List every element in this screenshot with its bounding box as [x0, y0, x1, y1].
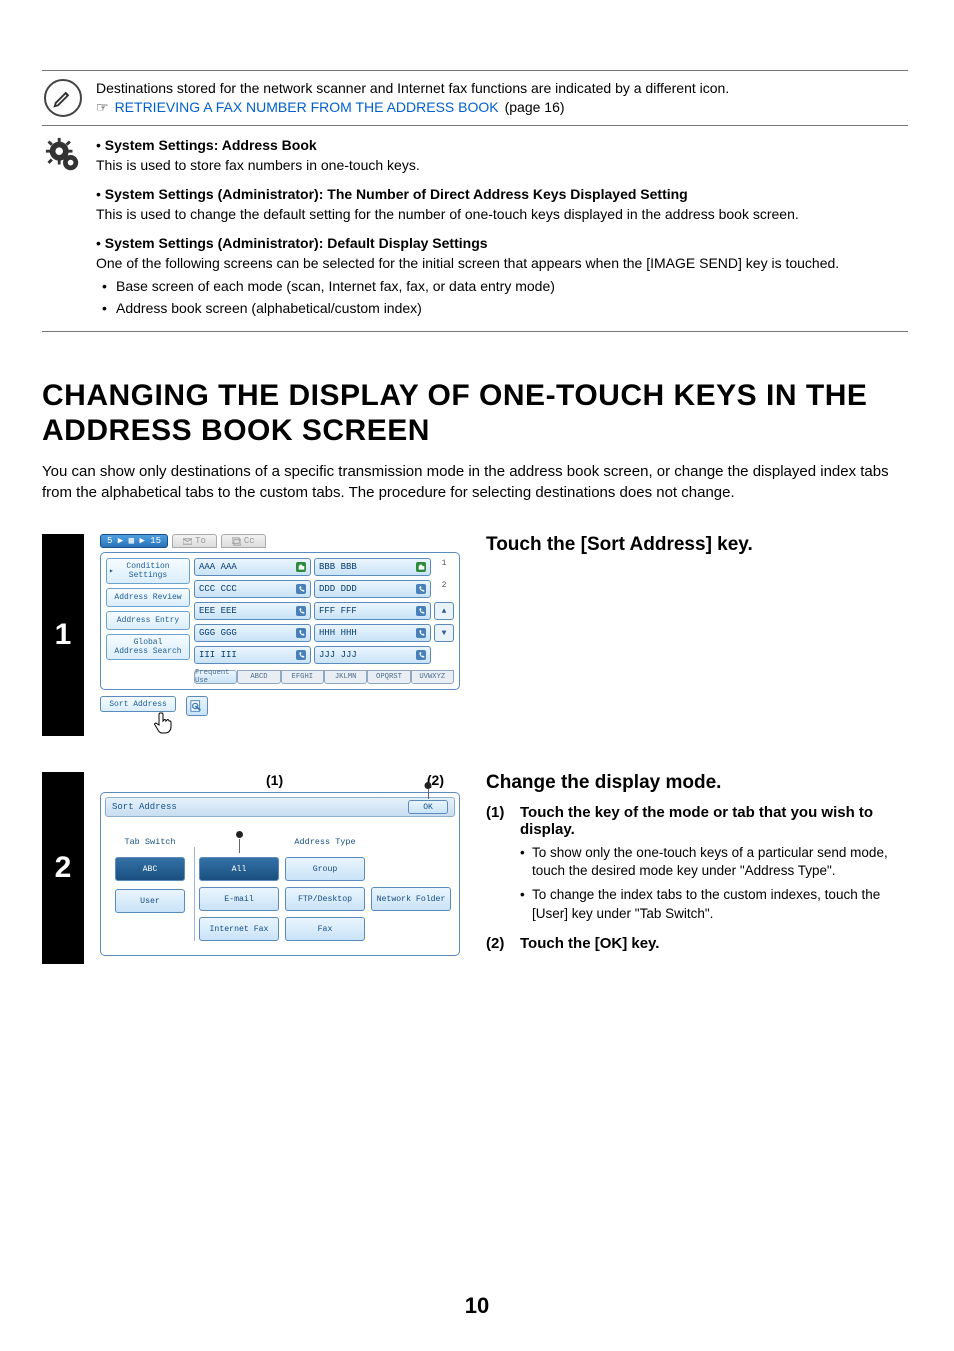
- setting-item-address-book: • System Settings: Address Book This is …: [96, 136, 839, 175]
- step-number-1: 1: [42, 534, 84, 736]
- section-intro: You can show only destinations of a spec…: [42, 461, 908, 505]
- phone-icon: [416, 650, 426, 660]
- page-2-indicator: 2: [434, 580, 454, 590]
- phone-icon: [296, 584, 306, 594]
- address-entry-button[interactable]: Address Entry: [106, 611, 190, 630]
- address-book-screenshot: 5 ▶ ▦ ▶ 15 To Cc Condition Settings Addr…: [100, 534, 460, 736]
- tab-efghi[interactable]: EFGHI: [281, 670, 324, 684]
- internet-fax-button[interactable]: Internet Fax: [199, 917, 279, 941]
- step1-instruction: Touch the [Sort Address] key.: [486, 534, 908, 556]
- address-type-label: Address Type: [294, 837, 355, 849]
- pencil-icon: [44, 79, 82, 117]
- sort-address-screenshot: (1) (2) Sort Address OK Tab Switch ABC: [100, 772, 460, 956]
- dest-jjj[interactable]: JJJ JJJ: [314, 646, 431, 664]
- setting-item-default-display: • System Settings (Administrator): Defau…: [96, 234, 839, 318]
- dest-eee[interactable]: EEE EEE: [194, 602, 311, 620]
- abc-button[interactable]: ABC: [115, 857, 185, 881]
- cc-tab[interactable]: Cc: [221, 534, 266, 548]
- dest-aaa[interactable]: AAA AAA: [194, 558, 311, 576]
- phone-icon: [416, 628, 426, 638]
- ok-button[interactable]: OK: [408, 800, 448, 814]
- substep-2: Touch the [OK] key.: [486, 935, 908, 952]
- fax-button[interactable]: Fax: [285, 917, 365, 941]
- substep-1-detail-1: To show only the one-touch keys of a par…: [520, 844, 908, 880]
- hand-pointer-icon: [152, 710, 176, 736]
- step-number-2: 2: [42, 772, 84, 964]
- email-button[interactable]: E-mail: [199, 887, 279, 911]
- sub-base-screen: Base screen of each mode (scan, Internet…: [102, 277, 839, 297]
- group-button[interactable]: Group: [285, 857, 365, 881]
- callout-1: (1): [266, 772, 283, 788]
- tab-frequent-use[interactable]: Frequent Use: [194, 670, 237, 684]
- page-number: 10: [0, 1293, 954, 1319]
- section-heading: CHANGING THE DISPLAY OF ONE-TOUCH KEYS I…: [42, 378, 908, 449]
- phone-icon: [416, 584, 426, 594]
- dest-ddd[interactable]: DDD DDD: [314, 580, 431, 598]
- tab-opqrst[interactable]: OPQRST: [367, 670, 410, 684]
- user-button[interactable]: User: [115, 889, 185, 913]
- to-tab[interactable]: To: [172, 534, 217, 548]
- dest-fff[interactable]: FFF FFF: [314, 602, 431, 620]
- link-pageref: (page 16): [505, 98, 565, 117]
- sort-address-title: Sort Address: [112, 802, 177, 812]
- link-retrieving-fax[interactable]: RETRIEVING A FAX NUMBER FROM THE ADDRESS…: [115, 98, 499, 117]
- preview-button[interactable]: [186, 696, 208, 716]
- sub-address-book: Address book screen (alphabetical/custom…: [102, 299, 839, 319]
- step2-instruction: Change the display mode.: [486, 772, 908, 794]
- ftp-desktop-button[interactable]: FTP/Desktop: [285, 887, 365, 911]
- fax-icon: [416, 562, 426, 572]
- phone-icon: [416, 606, 426, 616]
- dest-ccc[interactable]: CCC CCC: [194, 580, 311, 598]
- phone-icon: [296, 650, 306, 660]
- note-line1: Destinations stored for the network scan…: [96, 79, 729, 98]
- dest-bbb[interactable]: BBB BBB: [314, 558, 431, 576]
- counter-button[interactable]: 5 ▶ ▦ ▶ 15: [100, 534, 168, 548]
- tab-uvwxyz[interactable]: UVWXYZ: [411, 670, 454, 684]
- substep-1-detail-2: To change the index tabs to the custom i…: [520, 886, 908, 922]
- scroll-down-button[interactable]: ▼: [434, 624, 454, 642]
- setting-item-direct-keys: • System Settings (Administrator): The N…: [96, 185, 839, 224]
- all-button[interactable]: All: [199, 857, 279, 881]
- tab-abcd[interactable]: ABCD: [237, 670, 280, 684]
- tab-jklmn[interactable]: JKLMN: [324, 670, 367, 684]
- global-address-search-button[interactable]: Global Address Search: [106, 634, 190, 660]
- condition-settings-button[interactable]: Condition Settings: [106, 558, 190, 584]
- gear-icon: [44, 136, 82, 174]
- dest-iii[interactable]: III III: [194, 646, 311, 664]
- address-review-button[interactable]: Address Review: [106, 588, 190, 607]
- fax-icon: [296, 562, 306, 572]
- dest-hhh[interactable]: HHH HHH: [314, 624, 431, 642]
- network-folder-button[interactable]: Network Folder: [371, 887, 451, 911]
- page-1-indicator: 1: [434, 558, 454, 568]
- dest-ggg[interactable]: GGG GGG: [194, 624, 311, 642]
- tab-switch-label: Tab Switch: [124, 837, 175, 849]
- pointer-icon: ☞: [96, 98, 109, 117]
- scroll-up-button[interactable]: ▲: [434, 602, 454, 620]
- substep-1: Touch the key of the mode or tab that yo…: [486, 804, 908, 923]
- phone-icon: [296, 628, 306, 638]
- phone-icon: [296, 606, 306, 616]
